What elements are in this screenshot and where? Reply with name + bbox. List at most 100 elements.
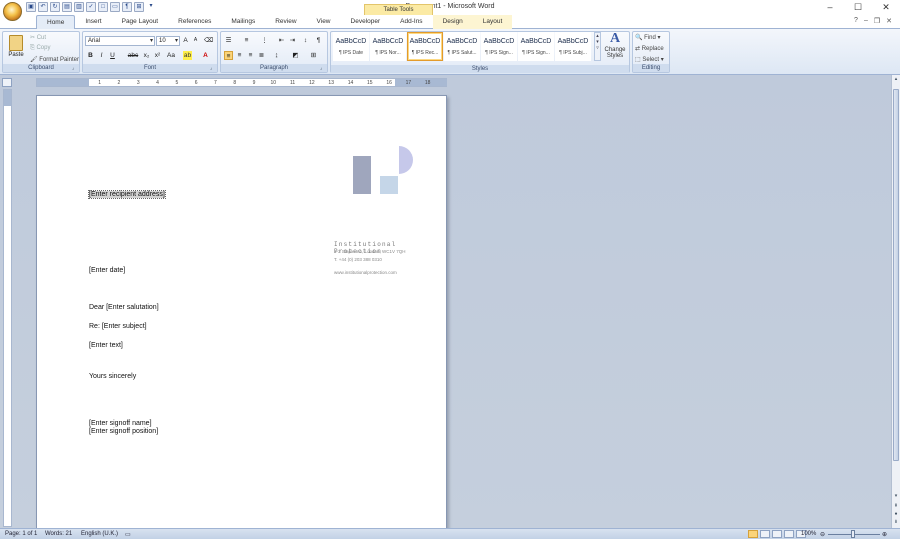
language-indicator[interactable]: English (U.K.): [81, 531, 118, 537]
zoom-slider-knob[interactable]: [851, 530, 855, 538]
tab-layout[interactable]: Layout: [472, 15, 513, 29]
multilevel-list-icon[interactable]: ⋮: [260, 36, 269, 45]
close-icon[interactable]: ✕: [872, 0, 900, 15]
scrollbar-thumb[interactable]: [893, 89, 899, 461]
superscript-button[interactable]: x²: [153, 51, 162, 60]
numbering-icon[interactable]: ≡: [242, 36, 251, 45]
maximize-icon[interactable]: ☐: [844, 0, 872, 15]
find-button[interactable]: 🔍 Find ▾: [635, 34, 661, 41]
line-spacing-icon[interactable]: ↨: [272, 51, 281, 60]
tab-view[interactable]: View: [307, 15, 341, 29]
justify-button[interactable]: ≣: [257, 51, 266, 60]
full-screen-reading-icon[interactable]: [760, 530, 770, 538]
replace-button[interactable]: ⇄ Replace: [635, 45, 664, 52]
copy-button[interactable]: ⎘ Copy: [30, 45, 50, 52]
change-styles-button[interactable]: A Change Styles: [604, 31, 626, 59]
vertical-ruler[interactable]: [3, 89, 12, 527]
closing-text[interactable]: Yours sincerely: [89, 373, 136, 380]
highlight-icon[interactable]: ab: [183, 51, 192, 60]
paragraph-launcher-icon[interactable]: ⌟: [320, 65, 326, 71]
clipboard-launcher-icon[interactable]: ⌟: [72, 65, 78, 71]
align-right-button[interactable]: ≡: [246, 51, 255, 60]
clear-format-icon[interactable]: ⌫: [204, 36, 213, 45]
zoom-out-icon[interactable]: ⊖: [820, 531, 825, 538]
paste-button[interactable]: Paste: [6, 34, 26, 64]
tab-developer[interactable]: Developer: [341, 15, 391, 29]
font-launcher-icon[interactable]: ⌟: [210, 65, 216, 71]
prev-page-icon[interactable]: ⇞: [892, 503, 900, 511]
format-painter-button[interactable]: 🖌 Format Painter: [30, 56, 79, 63]
recipient-address-field[interactable]: [Enter recipient address]: [88, 190, 166, 199]
page-count[interactable]: Page: 1 of 1: [5, 531, 37, 537]
borders-icon[interactable]: ⊞: [309, 51, 318, 60]
signoff-name-field[interactable]: [Enter signoff name]: [89, 420, 152, 427]
shrink-font-icon[interactable]: A: [191, 36, 200, 45]
web-layout-icon[interactable]: [772, 530, 782, 538]
print-layout-view-icon[interactable]: [748, 530, 758, 538]
align-left-button[interactable]: ≡: [224, 51, 233, 60]
style-ips-signoff-1[interactable]: AaBbCcD ¶ IPS Sign...: [481, 32, 517, 61]
tab-home[interactable]: Home: [36, 15, 76, 29]
restore-icon[interactable]: ❐: [874, 17, 880, 25]
tab-selector-icon[interactable]: [2, 78, 12, 87]
date-field[interactable]: [Enter date]: [89, 267, 125, 274]
tab-design[interactable]: Design: [432, 15, 473, 29]
macro-record-icon[interactable]: ▭: [125, 531, 131, 538]
vertical-scrollbar[interactable]: ▴ ▾ ⇞ ● ⇟: [891, 75, 900, 528]
shading-icon[interactable]: ◩: [291, 51, 300, 60]
style-ips-normal[interactable]: AaBbCcD ¶ IPS Nor...: [370, 32, 406, 61]
sort-icon[interactable]: ↕: [301, 36, 310, 45]
font-size-combo[interactable]: 10: [156, 36, 180, 46]
style-ips-subject[interactable]: AaBbCcD ¶ IPS Subj...: [555, 32, 591, 61]
increase-indent-icon[interactable]: ⇥: [288, 36, 297, 45]
select-button[interactable]: ⬚ Select ▾: [635, 56, 664, 63]
show-hide-button[interactable]: ¶: [314, 36, 323, 45]
bold-button[interactable]: B: [86, 51, 95, 60]
salutation-field[interactable]: Dear [Enter salutation]: [89, 304, 159, 311]
tab-insert[interactable]: Insert: [75, 15, 111, 29]
body-text-field[interactable]: [Enter text]: [89, 342, 123, 349]
font-name-combo[interactable]: Arial: [85, 36, 155, 46]
style-ips-signoff-2[interactable]: AaBbCcD ¶ IPS Sign...: [518, 32, 554, 61]
style-ips-date[interactable]: AaBbCcD ¶ IPS Date: [333, 32, 369, 61]
office-button[interactable]: [3, 2, 22, 21]
tab-page-layout[interactable]: Page Layout: [112, 15, 169, 29]
change-case-button[interactable]: Aa: [165, 51, 177, 60]
help-icon[interactable]: ?: [854, 17, 858, 25]
grow-font-icon[interactable]: A: [181, 36, 190, 45]
browse-object-icon[interactable]: ●: [892, 511, 900, 519]
next-page-icon[interactable]: ⇟: [892, 519, 900, 527]
underline-button[interactable]: U: [108, 51, 117, 60]
word-count[interactable]: Words: 21: [45, 531, 72, 537]
style-ips-recipient[interactable]: AaBbCcD ¶ IPS Rec...: [407, 32, 443, 61]
italic-button[interactable]: I: [97, 51, 106, 60]
align-center-button[interactable]: ≡: [235, 51, 244, 60]
bullets-icon[interactable]: ☰: [224, 36, 233, 45]
outline-view-icon[interactable]: [784, 530, 794, 538]
scroll-up-icon[interactable]: ▴: [892, 76, 900, 84]
signoff-position-field[interactable]: [Enter signoff position]: [89, 428, 158, 435]
subscript-button[interactable]: x₂: [142, 51, 151, 60]
decrease-indent-icon[interactable]: ⇤: [277, 36, 286, 45]
minimize-ribbon-icon[interactable]: –: [864, 17, 868, 25]
styles-scroll[interactable]: ▴ ▾ ▿: [594, 32, 601, 61]
font-color-icon[interactable]: A: [201, 51, 210, 60]
zoom-level[interactable]: 100%: [801, 531, 816, 537]
document-page[interactable]: Institutional Protection 1-3 Staple Inn,…: [36, 95, 447, 535]
close-doc-icon[interactable]: ✕: [886, 17, 892, 25]
style-preview: AaBbCcD: [483, 38, 515, 45]
tab-mailings[interactable]: Mailings: [221, 15, 265, 29]
minimize-icon[interactable]: –: [816, 0, 844, 15]
style-ips-salutation[interactable]: AaBbCcD ¶ IPS Salut...: [444, 32, 480, 61]
zoom-in-icon[interactable]: ⊕: [882, 531, 887, 538]
tab-review[interactable]: Review: [265, 15, 306, 29]
scroll-down-icon[interactable]: ▾: [892, 493, 900, 501]
subject-field[interactable]: Re: [Enter subject]: [89, 323, 147, 330]
window-controls: – ☐ ✕: [816, 0, 900, 15]
change-styles-label-2: Styles: [606, 53, 624, 59]
strikethrough-button[interactable]: abc: [127, 51, 139, 60]
horizontal-ruler[interactable]: 1 2 3 4 5 6 7 8 9 10 11 12 13 14 15 16 17 18: [36, 78, 447, 87]
cut-button[interactable]: ✂ Cut: [30, 34, 46, 41]
tab-add-ins[interactable]: Add-Ins: [390, 15, 432, 29]
tab-references[interactable]: References: [168, 15, 221, 29]
